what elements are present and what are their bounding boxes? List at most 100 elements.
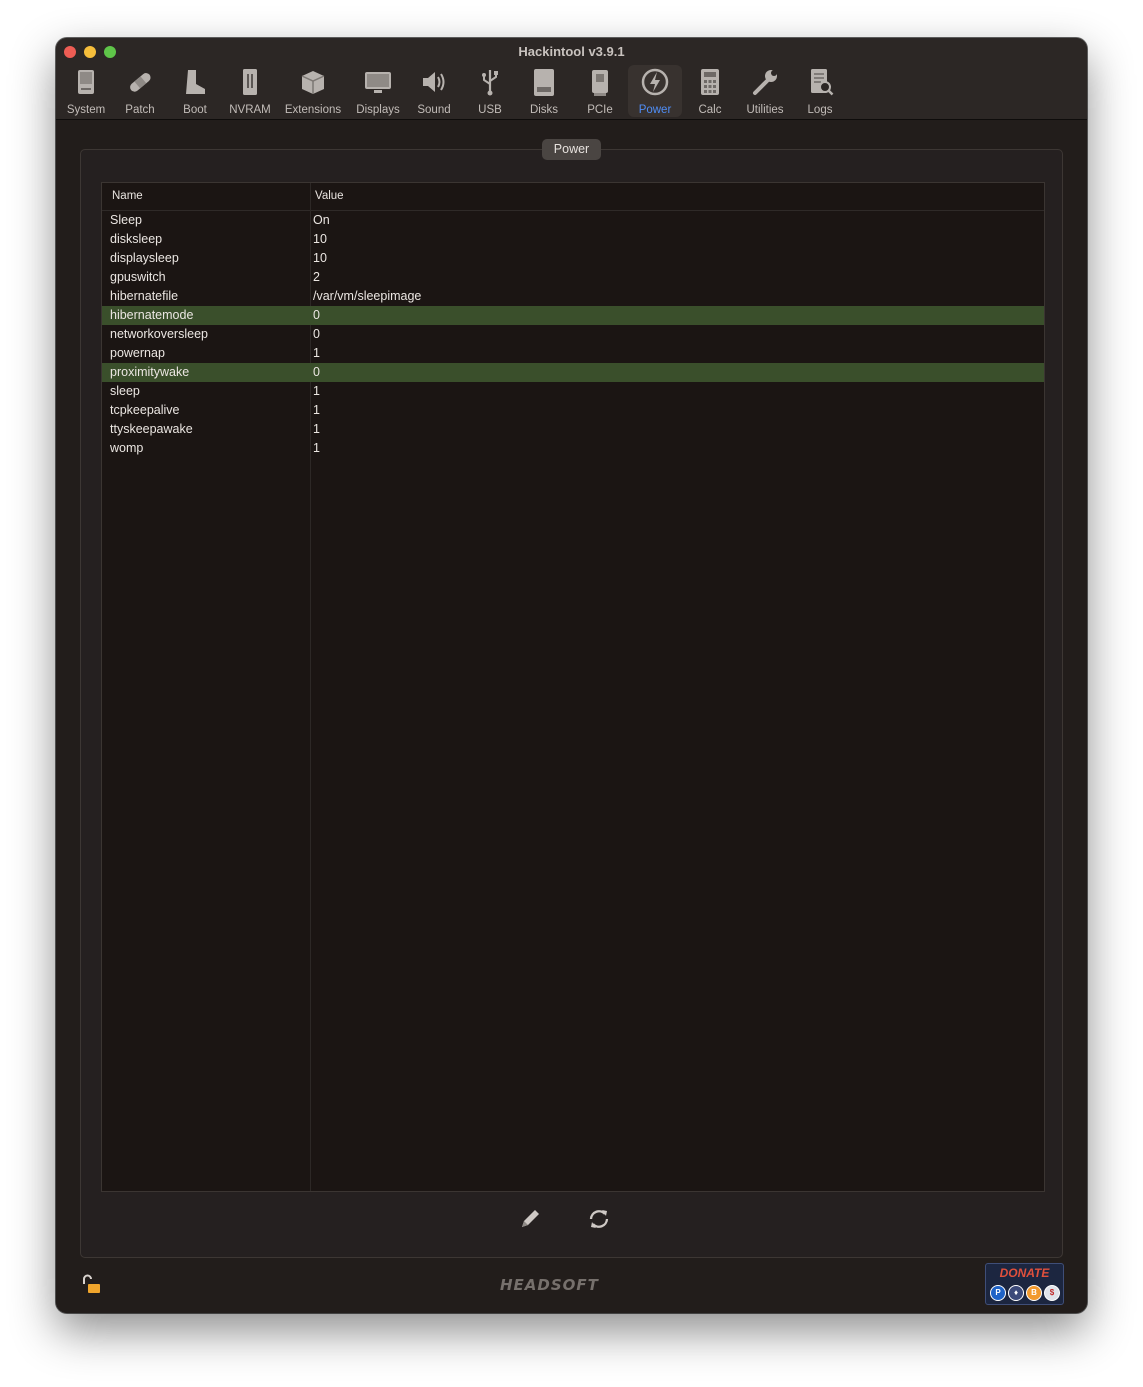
section-title-tab[interactable]: Power — [542, 139, 601, 160]
bitcoin-icon: B — [1026, 1285, 1042, 1301]
refresh-icon[interactable] — [585, 1205, 613, 1233]
cell-name: hibernatemode — [110, 308, 194, 322]
toolbar-label-sound: Sound — [417, 104, 451, 116]
toolbar-usb[interactable]: USB — [470, 65, 510, 117]
cell-name: tcpkeepalive — [110, 403, 180, 417]
cell-value: 1 — [313, 346, 320, 360]
cell-value: 0 — [313, 308, 320, 322]
table-header: Name Value — [102, 183, 1044, 211]
toolbar-label-calc: Calc — [698, 104, 722, 116]
logs-icon — [811, 69, 834, 96]
toolbar-label-patch: Patch — [125, 104, 155, 116]
cell-value: On — [313, 213, 330, 227]
cell-name: gpuswitch — [110, 270, 166, 284]
cell-value: 1 — [313, 422, 320, 436]
column-header-value[interactable]: Value — [315, 190, 344, 202]
speaker-icon — [423, 72, 445, 92]
table-row[interactable]: networkoversleep 0 — [102, 325, 1044, 344]
donate-label: DONATE — [999, 1266, 1050, 1280]
toolbar-logs[interactable]: Logs — [800, 65, 840, 117]
paypal-icon: P — [990, 1285, 1006, 1301]
main-content: Power Name Value Sleep On disksleep 10 displ… — [56, 120, 1087, 1313]
usb-icon — [482, 70, 498, 96]
cell-value: 10 — [313, 232, 327, 246]
cell-value: 10 — [313, 251, 327, 265]
toolbar-sound[interactable]: Sound — [412, 65, 456, 117]
extensions-icon — [301, 71, 325, 94]
donate-button[interactable]: DONATE P ♦ B $ — [985, 1263, 1064, 1305]
cell-value: 1 — [313, 403, 320, 417]
cell-name: powernap — [110, 346, 165, 360]
table-row[interactable]: gpuswitch 2 — [102, 268, 1044, 287]
disk-icon — [534, 69, 554, 96]
cell-name: sleep — [110, 384, 140, 398]
display-icon — [365, 72, 391, 93]
table-row[interactable]: ttyskeepawake 1 — [102, 420, 1044, 439]
cell-name: networkoversleep — [110, 327, 208, 341]
nvram-icon — [243, 69, 257, 95]
toolbar-patch[interactable]: Patch — [118, 65, 162, 117]
cell-name: disksleep — [110, 232, 163, 246]
wrench-icon — [753, 70, 777, 95]
toolbar-system[interactable]: System — [60, 65, 112, 117]
cell-name: ttyskeepawake — [110, 422, 193, 436]
pcie-icon — [592, 70, 608, 96]
window-title: Hackintool v3.9.1 — [518, 44, 625, 59]
title-bar: Hackintool v3.9.1 System Patch Boot NVRA… — [56, 38, 1087, 120]
cell-value: 0 — [313, 327, 320, 341]
table-row[interactable]: proximitywake 0 — [102, 363, 1044, 382]
pencil-icon[interactable] — [516, 1205, 544, 1233]
toolbar-label-system: System — [66, 104, 106, 116]
table-row[interactable]: sleep 1 — [102, 382, 1044, 401]
unlocked-padlock-icon[interactable] — [80, 1273, 104, 1297]
column-header-name[interactable]: Name — [112, 190, 143, 202]
toolbar-label-nvram: NVRAM — [229, 104, 271, 116]
cell-value: 1 — [313, 384, 320, 398]
table-row[interactable]: hibernatefile/var/vm/sleepimage — [102, 287, 1044, 306]
cell-name: proximitywake — [110, 365, 190, 379]
cell-value: 0 — [313, 365, 320, 379]
cell-value: 1 — [313, 441, 320, 455]
toolbar-label-usb: USB — [478, 104, 502, 116]
cell-name: displaysleep — [110, 251, 179, 265]
cell-name: womp — [110, 441, 144, 455]
toolbar-label-extensions: Extensions — [284, 104, 342, 116]
headsoft-logo[interactable]: HEADSOFT — [500, 1276, 599, 1294]
toolbar-power[interactable]: Power — [628, 65, 682, 117]
table-row[interactable]: tcpkeepalive 1 — [102, 401, 1044, 420]
power-icon — [641, 68, 669, 96]
toolbar-displays[interactable]: Displays — [352, 65, 404, 117]
table-row[interactable]: Sleep On — [102, 211, 1044, 230]
toolbar-extensions[interactable]: Extensions — [282, 65, 344, 117]
cell-value: 2 — [313, 270, 320, 284]
hackintool-window: Hackintool v3.9.1 System Patch Boot NVRA… — [56, 38, 1087, 1313]
toolbar-pcie[interactable]: PCIe — [580, 65, 620, 117]
cell-value: /var/vm/sleepimage — [313, 289, 422, 303]
boot-icon — [186, 70, 205, 94]
toolbar-label-utilities: Utilities — [746, 104, 784, 116]
table-row[interactable]: disksleep 10 — [102, 230, 1044, 249]
table-row[interactable]: hibernatemode 0 — [102, 306, 1044, 325]
bandage-icon — [130, 73, 151, 92]
toolbar-label-power: Power — [638, 104, 672, 116]
toolbar-label-logs: Logs — [807, 104, 833, 116]
power-settings-table[interactable]: Name Value Sleep On disksleep 10 displayslee… — [101, 182, 1045, 1192]
toolbar: System Patch Boot NVRAM Extensions Displ… — [56, 65, 1087, 117]
toolbar-label-boot: Boot — [183, 104, 207, 116]
system-icon — [78, 70, 94, 94]
toolbar-disks[interactable]: Disks — [522, 65, 566, 117]
toolbar-nvram[interactable]: NVRAM — [226, 65, 274, 117]
toolbar-boot[interactable]: Boot — [174, 65, 216, 117]
toolbar-calc[interactable]: Calc — [690, 65, 730, 117]
toolbar-label-pcie: PCIe — [587, 104, 613, 116]
table-row[interactable]: displaysleep 10 — [102, 249, 1044, 268]
table-row[interactable]: powernap 1 — [102, 344, 1044, 363]
toolbar-utilities[interactable]: Utilities — [740, 65, 790, 117]
toolbar-label-disks: Disks — [529, 104, 559, 116]
calculator-icon — [701, 69, 719, 95]
cell-name: Sleep — [110, 213, 142, 227]
cell-name: hibernatefile — [110, 289, 179, 303]
ethereum-icon: ♦ — [1008, 1285, 1024, 1301]
toolbar-label-displays: Displays — [356, 104, 400, 116]
table-row[interactable]: womp 1 — [102, 439, 1044, 458]
